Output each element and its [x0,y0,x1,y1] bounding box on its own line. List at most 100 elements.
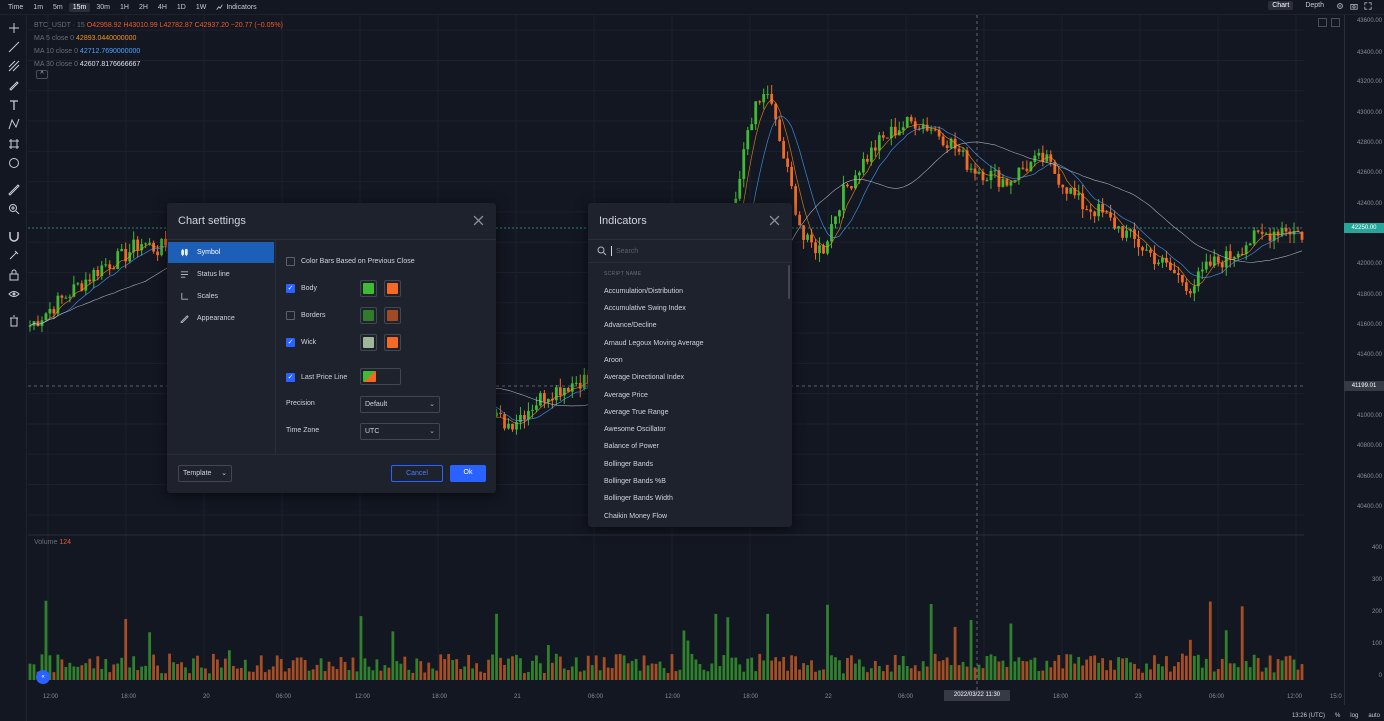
borders-checkbox[interactable] [286,311,295,320]
scrollbar[interactable] [788,265,790,299]
color-bars-row[interactable]: Color Bars Based on Previous Close [286,257,415,266]
brush-icon[interactable] [7,78,20,91]
wick-checkbox[interactable]: ✓ [286,338,295,347]
nav-appearance[interactable]: Appearance [168,308,274,329]
close-icon[interactable] [473,215,484,226]
pattern-tool-icon[interactable] [7,117,20,130]
indicator-item[interactable]: Advance/Decline [604,322,657,329]
volume-bar [838,660,841,680]
interval-4h[interactable]: 4H [154,3,171,12]
indicators-button[interactable]: Indicators [212,3,260,12]
chart-maximize-icon[interactable] [1331,18,1340,27]
time-axis[interactable]: 12:00 18:00 20 06:00 12:00 18:00 21 06:0… [28,690,1344,705]
volume-bar [1153,655,1156,680]
prediction-tool-icon[interactable] [7,137,20,150]
wick-up-color[interactable] [360,334,377,351]
ruler-icon[interactable] [7,183,20,196]
volume-bar [634,658,638,680]
search-box[interactable]: Search [597,243,783,259]
depth-tab[interactable]: Depth [1301,1,1328,10]
zoom-in-icon[interactable] [7,202,20,215]
last-price-line-row[interactable]: ✓ Last Price Line [286,373,347,382]
volume-bar [200,667,203,680]
trash-icon[interactable] [7,314,20,327]
body-down-color[interactable] [384,280,401,297]
volume-bar [1037,671,1041,680]
price-scale[interactable]: 43600.00 43400.00 43200.00 43000.00 4280… [1344,15,1384,705]
indicator-item[interactable]: Chaikin Money Flow [604,513,667,520]
volume-bar [435,670,439,680]
scroll-to-start-button[interactable]: « [36,670,50,684]
chart-down-icon[interactable] [1318,18,1327,27]
eye-icon[interactable] [7,287,20,300]
trend-line-icon[interactable] [7,40,20,53]
interval-5m[interactable]: 5m [49,3,67,12]
interval-2h[interactable]: 2H [135,3,152,12]
indicator-item[interactable]: Bollinger Bands %B [604,478,666,485]
color-bars-checkbox[interactable] [286,257,295,266]
body-row[interactable]: ✓ Body [286,284,317,293]
indicator-item[interactable]: Average True Range [604,409,668,416]
indicator-item[interactable]: Awesome Oscillator [604,426,666,433]
border-down-color[interactable] [384,307,401,324]
log-toggle[interactable]: log [1350,713,1358,719]
ok-button[interactable]: Ok [450,465,486,482]
camera-icon[interactable] [1350,2,1358,10]
indicator-item[interactable]: Bollinger Bands Width [604,495,673,502]
chart-tab[interactable]: Chart [1268,1,1294,10]
close-icon[interactable] [769,215,780,226]
borders-row[interactable]: Borders [286,311,326,320]
interval-time[interactable]: Time [4,3,27,12]
fullscreen-icon[interactable] [1364,1,1372,10]
interval-1d[interactable]: 1D [173,3,190,12]
candle-body [1005,179,1009,186]
volume-bar [1001,660,1005,680]
text-tool-icon[interactable] [7,98,20,111]
nav-scales[interactable]: Scales [168,286,274,307]
indicator-item[interactable]: Accumulation/Distribution [604,288,683,295]
indicator-item[interactable]: Balance of Power [604,443,659,450]
price-label: 43000.00 [1356,110,1382,116]
volume-bar [798,669,801,680]
interval-1h[interactable]: 1H [116,3,133,12]
template-select[interactable]: Template ⌄ [178,465,232,482]
indicator-item[interactable]: Average Price [604,392,648,399]
magnet-icon[interactable] [7,229,20,242]
indicator-item[interactable]: Accumulative Swing Index [604,305,686,312]
border-up-color[interactable] [360,307,377,324]
interval-1w[interactable]: 1W [192,3,211,12]
cancel-button[interactable]: Cancel [391,465,443,482]
timezone-select[interactable]: UTC ⌄ [360,423,440,440]
wick-row[interactable]: ✓ Wick [286,338,316,347]
candle-body [542,393,546,402]
indicator-item[interactable]: Aroon [604,357,623,364]
body-up-color[interactable] [360,280,377,297]
precision-select[interactable]: Default ⌄ [360,396,440,413]
indicator-item[interactable]: Arnaud Legoux Moving Average [604,340,704,347]
percent-toggle[interactable]: % [1335,713,1340,719]
indicator-item[interactable]: Bollinger Bands [604,461,653,468]
interval-15m[interactable]: 15m [68,2,91,12]
nav-status-line[interactable]: Status line [168,264,274,285]
volume-bar [738,664,742,680]
legend-collapse-button[interactable]: ^ [36,70,48,79]
fib-tool-icon[interactable] [7,59,20,72]
volume-bar [921,661,925,680]
emoji-icon[interactable] [7,156,20,169]
lock-icon[interactable] [7,268,20,281]
interval-30m[interactable]: 30m [92,3,114,12]
last-price-line-checkbox[interactable]: ✓ [286,373,295,382]
interval-1m[interactable]: 1m [29,3,47,12]
wick-down-color[interactable] [384,334,401,351]
candle-body [869,147,873,162]
indicator-item[interactable]: Average Directional Index [604,374,684,381]
body-checkbox[interactable]: ✓ [286,284,295,293]
volume-bar [949,665,953,680]
auto-toggle[interactable]: auto [1368,713,1380,719]
volume-bar [419,661,423,680]
crosshair-icon[interactable] [7,21,20,34]
last-price-line-color[interactable] [360,368,401,385]
settings-icon[interactable] [1336,2,1344,10]
stay-drawing-icon[interactable] [7,248,20,261]
nav-symbol[interactable]: Symbol [168,242,274,263]
